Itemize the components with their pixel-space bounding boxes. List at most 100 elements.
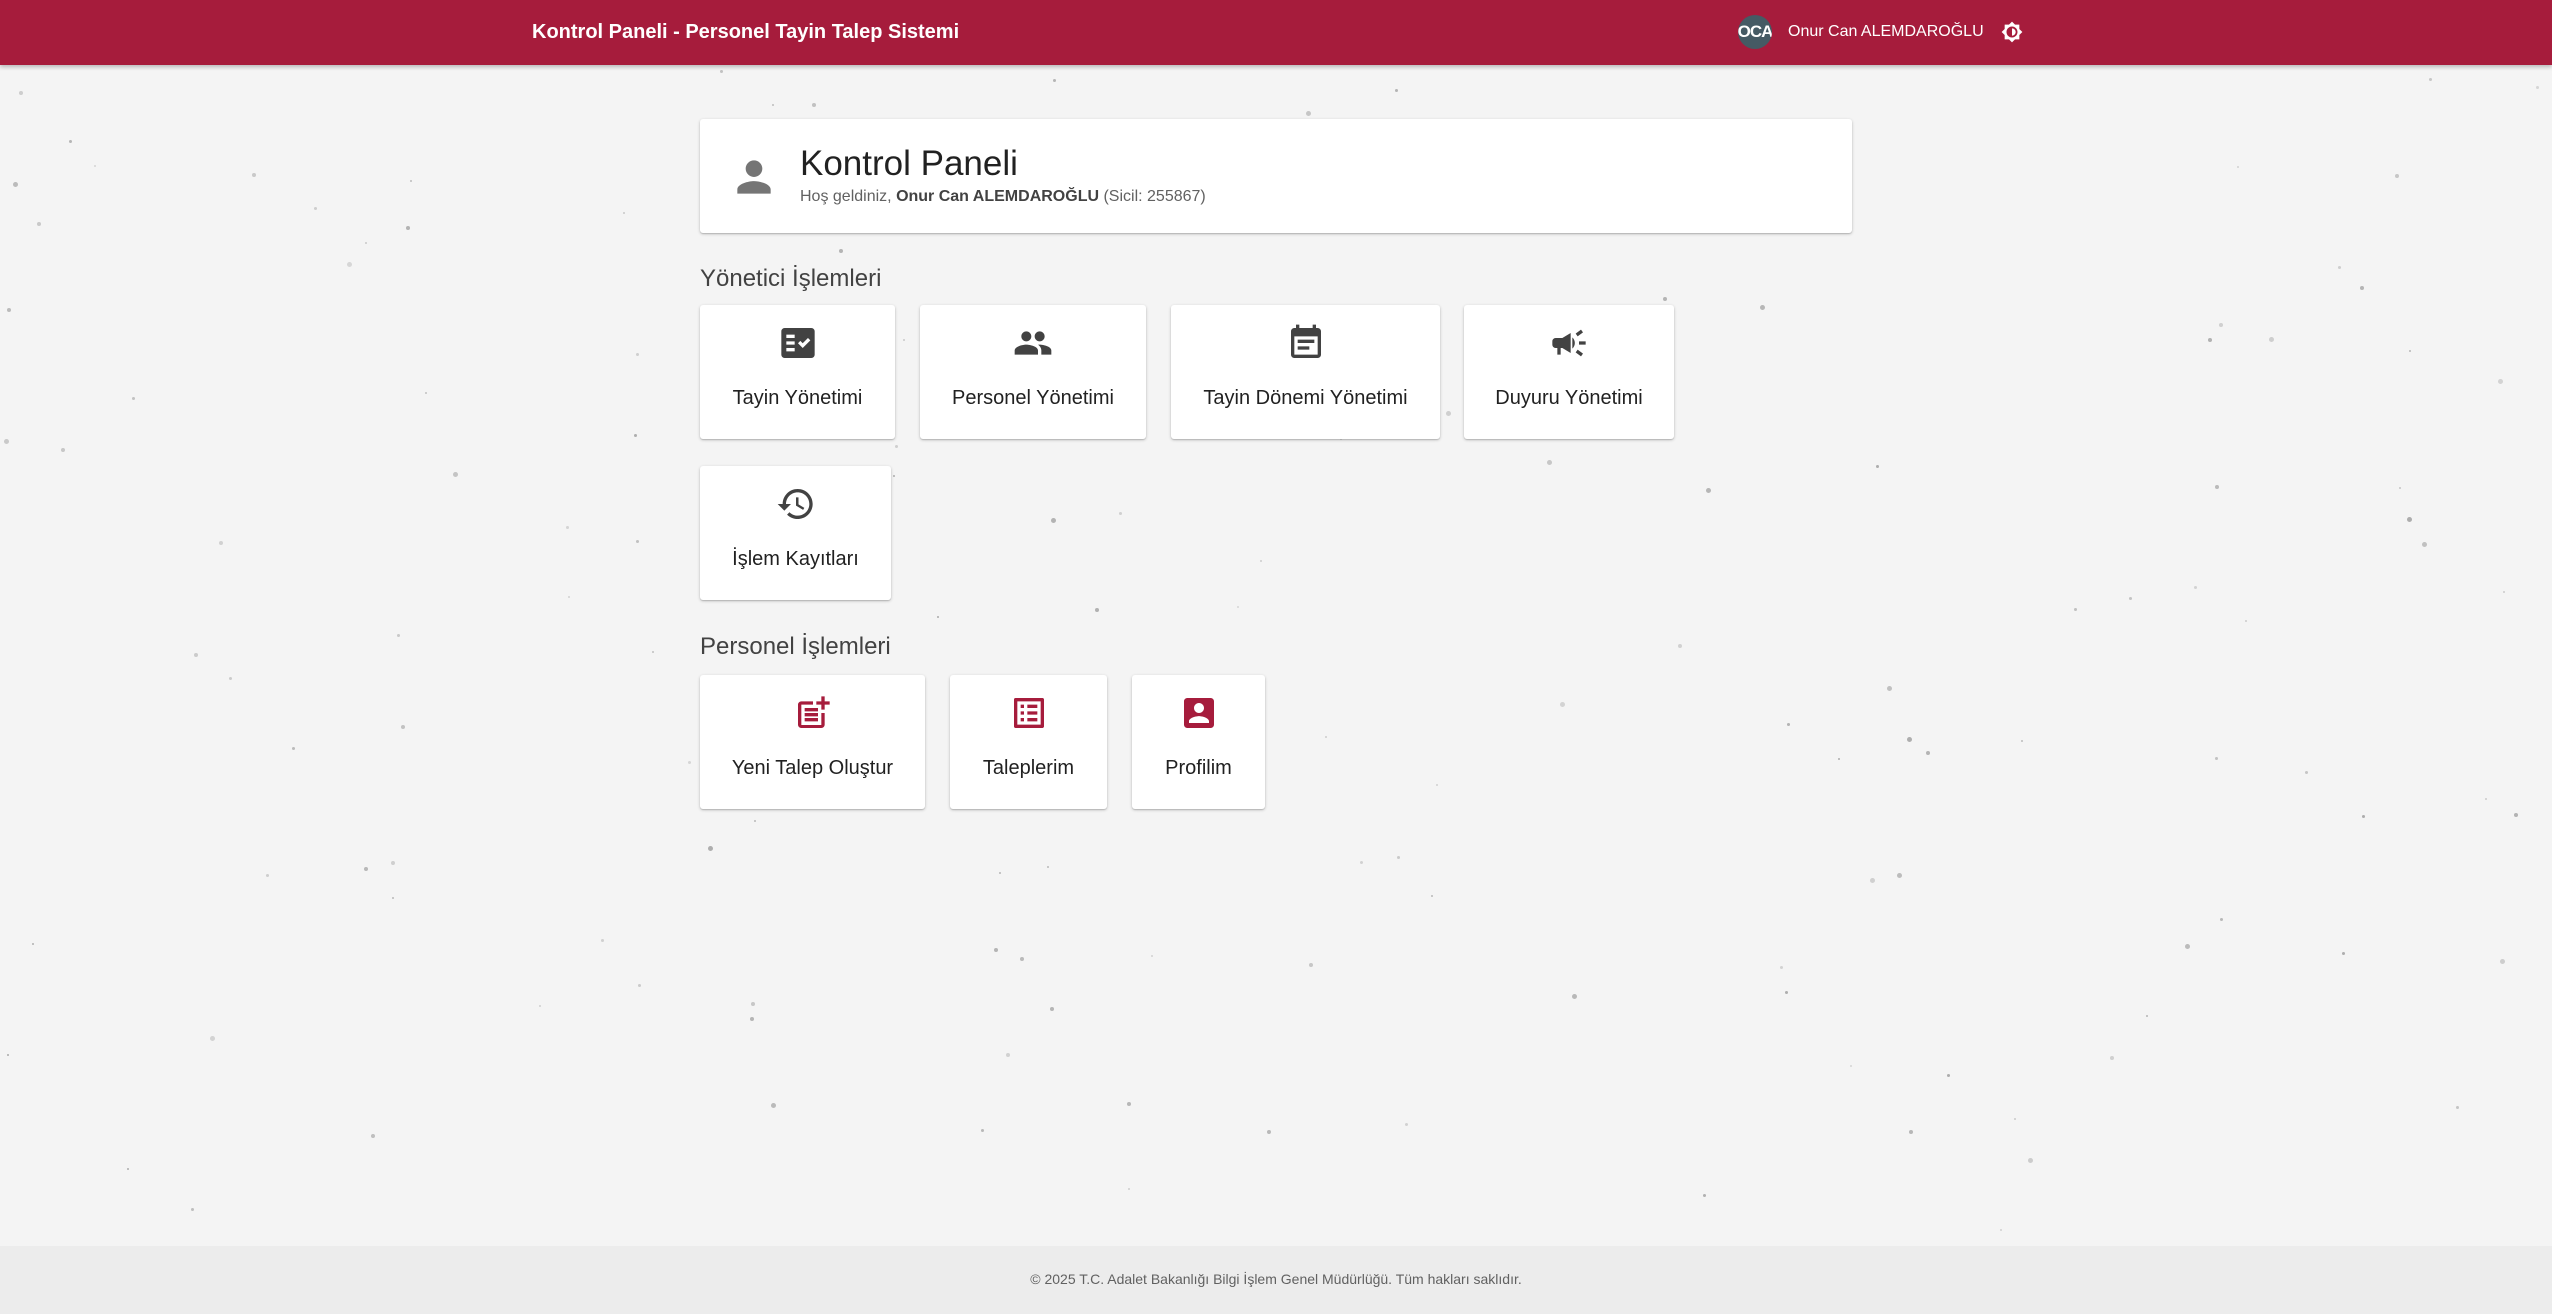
avatar[interactable]: OCA <box>1738 15 1772 49</box>
tile-yeni-talep-olustur[interactable]: Yeni Talep Oluştur <box>700 675 925 809</box>
particle-dot <box>1431 895 1433 897</box>
particle-dot <box>2360 286 2364 290</box>
particle-dot <box>2185 944 2190 949</box>
particle-dot <box>2429 78 2432 81</box>
tile-label: Duyuru Yönetimi <box>1495 387 1643 409</box>
particle-dot <box>1547 460 1552 465</box>
particle-dot <box>708 846 713 851</box>
particle-dot <box>1151 955 1153 957</box>
particle-dot <box>32 943 34 945</box>
app-bar: Kontrol Paneli - Personel Tayin Talep Si… <box>0 0 2552 65</box>
particle-dot <box>61 448 65 452</box>
tile-duyuru-yonetimi[interactable]: Duyuru Yönetimi <box>1464 305 1674 439</box>
particle-dot <box>19 91 23 95</box>
particle-dot <box>2342 952 2345 955</box>
particle-dot <box>2338 266 2341 269</box>
particle-dot <box>1706 488 1711 493</box>
particle-dot <box>1397 856 1400 859</box>
tile-label: Profilim <box>1165 757 1232 779</box>
particle-dot <box>903 339 905 341</box>
particle-dot <box>347 262 352 267</box>
particle-dot <box>2237 166 2239 168</box>
particle-dot <box>1870 878 1875 883</box>
particle-dot <box>1237 606 1239 608</box>
tile-tayin-yonetimi[interactable]: Tayin Yönetimi <box>700 305 895 439</box>
brightness-icon[interactable] <box>2000 20 2024 44</box>
post-add-icon <box>793 693 833 733</box>
particle-dot <box>266 874 269 877</box>
page-title: Kontrol Paneli <box>800 144 1018 183</box>
particle-dot <box>2074 608 2077 611</box>
particle-dot <box>634 434 637 437</box>
page: Kontrol Paneli - Personel Tayin Talep Si… <box>0 0 2552 1314</box>
particle-dot <box>1909 1130 1913 1134</box>
particle-dot <box>636 353 639 356</box>
particle-dot <box>1395 89 1398 92</box>
particle-dot <box>1053 79 1056 82</box>
particle-dot <box>2456 1106 2459 1109</box>
particle-dot <box>1020 957 1024 961</box>
particle-dot <box>132 397 135 400</box>
particle-dot <box>893 475 895 477</box>
particle-dot <box>406 226 410 230</box>
tile-islem-kayitlari[interactable]: İşlem Kayıtları <box>700 466 891 600</box>
particle-dot <box>994 948 998 952</box>
particle-dot <box>652 651 654 653</box>
particle-dot <box>1876 465 1879 468</box>
particle-dot <box>219 541 223 545</box>
tile-personel-yonetimi[interactable]: Personel Yönetimi <box>920 305 1146 439</box>
particle-dot <box>2215 485 2219 489</box>
particle-dot <box>2422 542 2427 547</box>
particle-dot <box>1446 411 1451 416</box>
campaign-icon <box>1549 323 1589 363</box>
tile-label: Tayin Dönemi Yönetimi <box>1203 387 1408 409</box>
tile-tayin-donemi-yonetimi[interactable]: Tayin Dönemi Yönetimi <box>1171 305 1440 439</box>
particle-dot <box>1051 518 1056 523</box>
particle-dot <box>364 867 368 871</box>
particle-dot <box>1787 723 1790 726</box>
sicil-number: (Sicil: 255867) <box>1103 188 1206 205</box>
fact-check-icon <box>778 323 818 363</box>
particle-dot <box>1785 991 1788 994</box>
history-icon <box>776 484 816 524</box>
particle-dot <box>4 439 9 444</box>
particle-dot <box>252 173 256 177</box>
particle-dot <box>7 308 11 312</box>
particle-dot <box>191 1208 194 1211</box>
footer-copyright: © 2025 T.C. Adalet Bakanlığı Bilgi İşlem… <box>1030 1271 1522 1287</box>
particle-dot <box>13 182 18 187</box>
particle-dot <box>194 653 198 657</box>
tile-profilim[interactable]: Profilim <box>1132 675 1265 809</box>
particle-dot <box>410 180 412 182</box>
particle-dot <box>292 747 295 750</box>
particle-dot <box>1907 737 1912 742</box>
particle-dot <box>1405 1123 1408 1126</box>
particle-dot <box>94 165 96 167</box>
particle-dot <box>601 939 604 942</box>
particle-dot <box>1703 1194 1706 1197</box>
welcome-subtitle: Hoş geldiniz, Onur Can ALEMDAROĞLU (Sici… <box>800 188 1206 206</box>
header-user-name[interactable]: Onur Can ALEMDAROĞLU <box>1788 23 1984 41</box>
particle-dot <box>751 1002 755 1006</box>
list-alt-icon <box>1009 693 1049 733</box>
footer: © 2025 T.C. Adalet Bakanlığı Bilgi İşlem… <box>0 1246 2552 1314</box>
particle-dot <box>1306 111 1311 116</box>
particle-dot <box>2014 1118 2016 1120</box>
welcome-card: Kontrol Paneli Hoş geldiniz, Onur Can AL… <box>700 119 1852 233</box>
particle-dot <box>1947 1074 1950 1077</box>
particle-dot <box>638 984 641 987</box>
particle-dot <box>1127 1102 1131 1106</box>
particle-dot <box>2485 798 2487 800</box>
particle-dot <box>771 1103 776 1108</box>
user-area: OCA Onur Can ALEMDAROĞLU <box>1738 15 2024 49</box>
particle-dot <box>453 472 458 477</box>
section-title-admin: Yönetici İşlemleri <box>700 265 882 292</box>
tile-taleplerim[interactable]: Taleplerim <box>950 675 1107 809</box>
particle-dot <box>2021 740 2023 742</box>
particle-dot <box>1260 560 1262 562</box>
particle-dot <box>2129 597 2132 600</box>
particle-dot <box>1325 736 1327 738</box>
particle-dot <box>1760 305 1765 310</box>
particle-dot <box>425 392 427 394</box>
particle-dot <box>401 725 405 729</box>
